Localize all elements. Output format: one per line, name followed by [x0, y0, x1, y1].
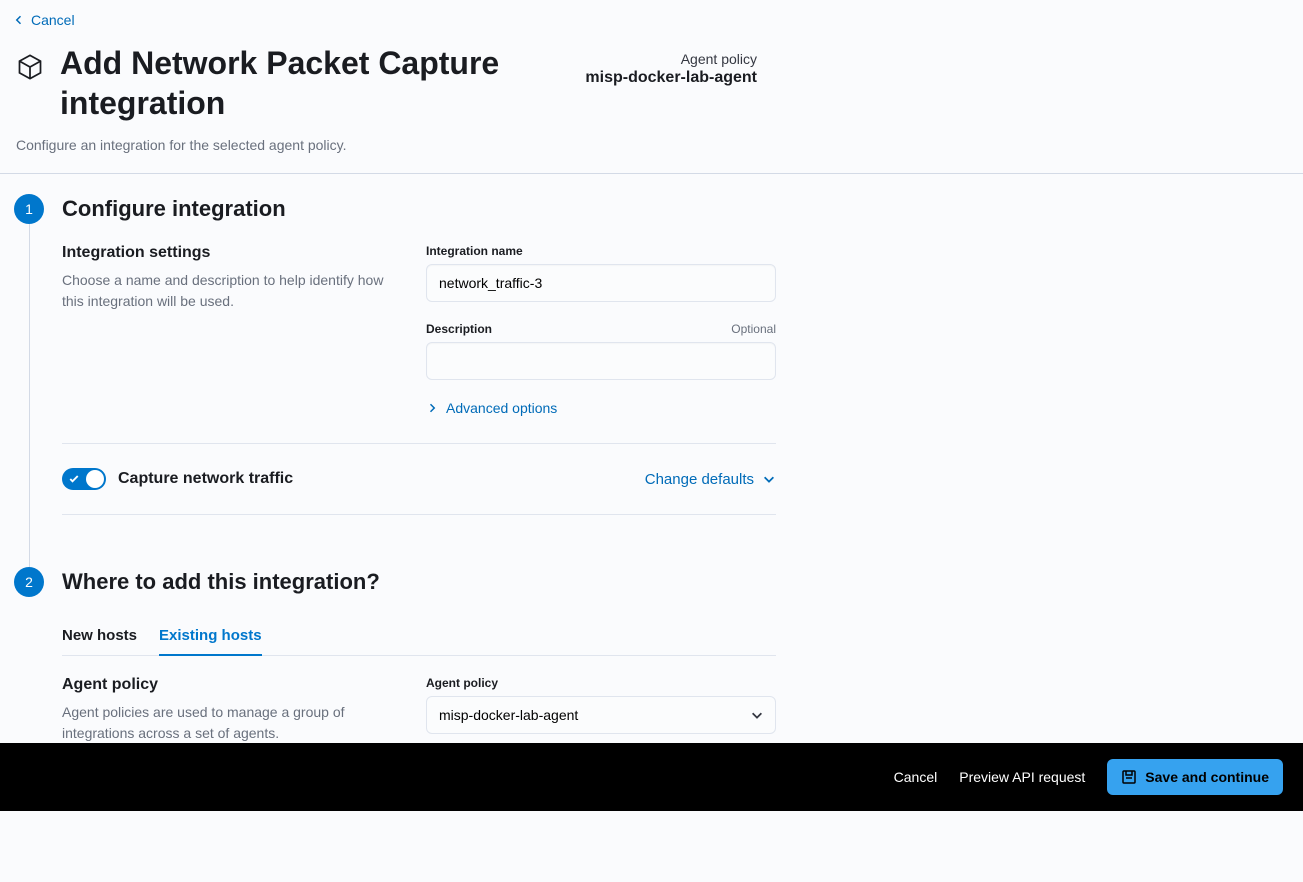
- agent-policy-select[interactable]: [426, 696, 776, 734]
- step-2-badge: 2: [14, 567, 44, 597]
- preview-api-button[interactable]: Preview API request: [959, 769, 1085, 785]
- tab-existing-hosts[interactable]: Existing hosts: [159, 617, 262, 656]
- integration-name-input[interactable]: [426, 264, 776, 302]
- footer-cancel-button[interactable]: Cancel: [894, 769, 938, 785]
- description-optional: Optional: [731, 322, 776, 336]
- advanced-options-toggle[interactable]: Advanced options: [426, 400, 557, 416]
- save-continue-button[interactable]: Save and continue: [1107, 759, 1283, 795]
- agent-policy-desc: Agent policies are used to manage a grou…: [62, 702, 402, 744]
- footer-bar: Cancel Preview API request Save and cont…: [0, 743, 1303, 811]
- chevron-down-icon: [762, 472, 776, 486]
- chevron-left-icon: [13, 14, 25, 26]
- page-header: Cancel Add Network Packet Capture integr…: [0, 0, 1303, 174]
- step-1-title: Configure integration: [62, 196, 776, 222]
- advanced-options-label: Advanced options: [446, 400, 557, 416]
- divider: [62, 514, 776, 515]
- host-tabs: New hosts Existing hosts: [62, 617, 776, 656]
- package-icon: [16, 53, 44, 81]
- tab-new-hosts[interactable]: New hosts: [62, 617, 137, 656]
- description-input[interactable]: [426, 342, 776, 380]
- save-icon: [1121, 769, 1137, 785]
- step-1-badge: 1: [14, 194, 44, 224]
- capture-traffic-toggle[interactable]: [62, 468, 106, 490]
- save-continue-label: Save and continue: [1145, 769, 1269, 785]
- change-defaults-label: Change defaults: [645, 471, 754, 488]
- change-defaults-button[interactable]: Change defaults: [645, 471, 776, 488]
- page-title: Add Network Packet Capture integration: [60, 43, 580, 123]
- step-2-title: Where to add this integration?: [62, 569, 776, 595]
- agent-policy-select-label: Agent policy: [426, 676, 498, 690]
- divider: [62, 443, 776, 444]
- chevron-right-icon: [426, 402, 438, 414]
- integration-settings-heading: Integration settings: [62, 244, 402, 262]
- agent-policy-heading: Agent policy: [62, 676, 402, 694]
- cancel-link[interactable]: Cancel: [13, 12, 75, 28]
- agent-policy-label: Agent policy: [585, 51, 757, 67]
- check-icon: [68, 473, 80, 485]
- page-subtitle: Configure an integration for the selecte…: [16, 137, 1287, 153]
- agent-policy-name: misp-docker-lab-agent: [585, 69, 757, 87]
- description-label: Description: [426, 322, 492, 336]
- cancel-link-text: Cancel: [31, 12, 75, 28]
- capture-traffic-label: Capture network traffic: [118, 470, 293, 488]
- step-connector: [29, 224, 30, 567]
- integration-settings-desc: Choose a name and description to help id…: [62, 270, 402, 312]
- integration-name-label: Integration name: [426, 244, 523, 258]
